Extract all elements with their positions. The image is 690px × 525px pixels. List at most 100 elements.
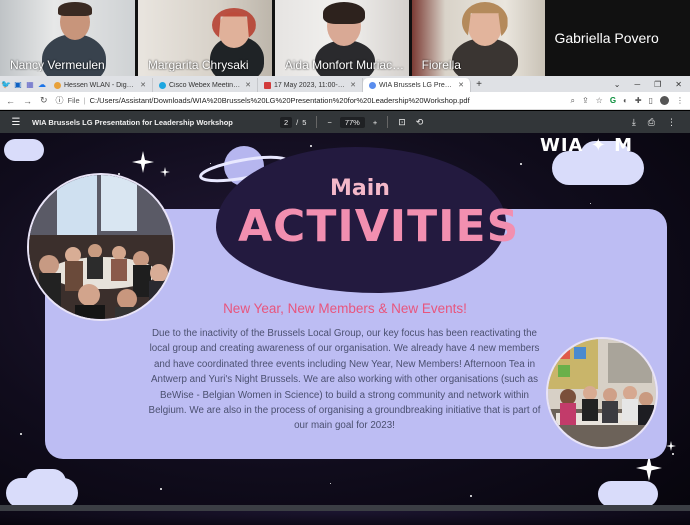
sidebar-icon[interactable]: ▯	[649, 96, 653, 105]
url-field[interactable]: ⓘ File | C:/Users/Assistant/Downloads/WI…	[56, 94, 563, 107]
group-photo-right-image	[548, 339, 656, 447]
tab-close-icon[interactable]: ✕	[140, 81, 146, 89]
extension-g-icon[interactable]: G	[610, 96, 616, 105]
reload-icon[interactable]: ↻	[40, 95, 48, 106]
tab-search-icon[interactable]: ⌄	[614, 80, 621, 89]
star-decoration	[160, 488, 162, 490]
url-separator: |	[83, 96, 86, 105]
more-options-icon[interactable]: ⋮	[667, 117, 676, 128]
cloud-icon[interactable]: ☁	[36, 76, 48, 92]
star-decoration	[672, 453, 674, 455]
participant-tile[interactable]: Margarita Chrysaki	[137, 0, 272, 76]
tab-favicon-icon	[369, 81, 376, 89]
pdf-title: WIA Brussels LG Presentation for Leaders…	[32, 117, 233, 127]
tab-label: WIA Brussels LG Presentation fo	[379, 81, 453, 89]
browser-tab-active[interactable]: WIA Brussels LG Presentation fo ✕	[363, 78, 471, 92]
minimize-icon[interactable]: ─	[634, 80, 640, 89]
screen: Nancy Vermeulen Margarita Chrysaki Aida …	[0, 0, 690, 525]
slide-subtitle: New Year, New Members & New Events!	[223, 301, 467, 316]
toolbar-divider	[316, 116, 318, 128]
extensions-puzzle-icon[interactable]: ✚	[635, 96, 642, 105]
zoom-controls: − 77% +	[327, 116, 377, 128]
group-photo-left-image	[29, 175, 173, 319]
participant-tile[interactable]: Nancy Vermeulen	[0, 0, 135, 76]
twitter-icon[interactable]: 🐦	[0, 76, 12, 92]
tab-close-icon[interactable]: ✕	[458, 81, 464, 89]
url-text: C:/Users/Assistant/Downloads/WIA%20Bruss…	[89, 96, 470, 105]
hamburger-menu-icon[interactable]: ☰	[0, 117, 32, 128]
heading-activities: ACTIVITIES	[238, 201, 520, 252]
star-decoration	[310, 145, 312, 147]
outlook-icon[interactable]: ▣	[12, 76, 24, 92]
toolbar-divider	[387, 116, 389, 128]
zoom-level-input[interactable]: 77%	[339, 116, 365, 128]
participant-name: Margarita Chrysaki	[147, 58, 249, 72]
heading-main: Main	[330, 176, 390, 201]
zoom-icon[interactable]: ⌕	[570, 96, 574, 106]
current-page-input[interactable]: 2	[280, 116, 293, 128]
address-bar: ← → ↻ ⓘ File | C:/Users/Assistant/Downlo…	[0, 92, 690, 110]
close-window-icon[interactable]: ✕	[675, 80, 682, 89]
more-menu-icon[interactable]: ⋮	[676, 96, 684, 105]
participant-tile[interactable]: Aida Monfort Muriach ...	[274, 0, 409, 76]
tab-label: Hessen WLAN - Digitale Dorflin	[64, 81, 135, 89]
tab-close-icon[interactable]: ✕	[245, 81, 251, 89]
sparkle-icon	[160, 167, 170, 177]
star-decoration	[330, 483, 331, 484]
pdf-slide: WIA ✦ M Main ACTIVITIES New Year, New Me…	[0, 133, 690, 525]
star-decoration	[20, 433, 22, 435]
browser-tab[interactable]: 17 May 2023, 11:00-12:00 (Brus ✕	[258, 78, 363, 92]
sparkle-icon	[666, 441, 676, 451]
tab-close-icon[interactable]: ✕	[350, 81, 356, 89]
fit-page-icon[interactable]: ⊡	[398, 117, 406, 128]
teams-icon[interactable]: ▦	[24, 76, 36, 92]
page-separator: /	[296, 117, 299, 127]
browser-tab[interactable]: Hessen WLAN - Digitale Dorflin ✕	[48, 78, 153, 92]
next-page-edge	[0, 511, 690, 525]
back-icon[interactable]: ←	[6, 96, 15, 106]
slide-body-text: Due to the inactivity of the Brussels Lo…	[148, 328, 541, 432]
group-photo-right	[546, 337, 658, 449]
info-icon[interactable]: ⓘ	[56, 95, 64, 106]
tab-favicon-icon	[54, 81, 61, 89]
browser-tab[interactable]: Cisco Webex Meetings - Landing ✕	[153, 78, 258, 92]
presenter-name: Gabriella Povero	[554, 30, 659, 46]
pdf-toolbar: ☰ WIA Brussels LG Presentation for Leade…	[0, 111, 690, 133]
page-indicator: 2 / 5	[280, 116, 307, 128]
presenter-tile[interactable]: Gabriella Povero	[545, 0, 690, 76]
rotate-icon[interactable]: ⟲	[416, 117, 424, 128]
bookmark-star-icon[interactable]: ☆	[596, 96, 603, 105]
cloud-decoration	[4, 139, 44, 161]
cloud-decoration	[26, 469, 66, 495]
participant-name: Aida Monfort Muriach ...	[284, 58, 409, 72]
next-page-preview	[0, 505, 690, 525]
sparkle-icon	[132, 151, 154, 173]
share-icon[interactable]: ⇪	[582, 96, 589, 105]
window-controls: ⌄ ─ ❐ ✕	[614, 76, 690, 92]
zoom-in-icon[interactable]: +	[373, 118, 377, 127]
wia-logo: WIA ✦ M	[540, 135, 634, 156]
participant-tile[interactable]: Fiorella	[411, 0, 546, 76]
profile-avatar[interactable]	[660, 96, 669, 105]
tab-label: 17 May 2023, 11:00-12:00 (Brus	[274, 81, 346, 89]
participant-name: Nancy Vermeulen	[10, 58, 105, 72]
zoom-out-icon[interactable]: −	[327, 118, 331, 127]
forward-icon[interactable]: →	[23, 96, 32, 106]
total-pages: 5	[302, 117, 307, 127]
browser-tab-bar: 🐦 ▣ ▦ ☁ Hessen WLAN - Digitale Dorflin ✕…	[0, 76, 690, 92]
restore-icon[interactable]: ❐	[654, 80, 661, 89]
pdf-actions: ⤓ ⎙ ⋮	[632, 117, 690, 128]
tab-favicon-icon	[159, 81, 166, 89]
star-decoration	[520, 163, 522, 165]
tab-label: Cisco Webex Meetings - Landing	[169, 81, 241, 89]
download-icon[interactable]: ⤓	[632, 117, 636, 128]
print-icon[interactable]: ⎙	[648, 117, 655, 128]
url-scheme-label: File	[67, 96, 80, 105]
star-decoration	[470, 495, 472, 497]
tab-favicon-icon	[264, 81, 271, 89]
group-photo-left	[27, 173, 175, 321]
participant-name: Fiorella	[421, 58, 461, 72]
new-tab-icon[interactable]: +	[471, 78, 487, 92]
extension-icon[interactable]: ◐	[623, 96, 628, 105]
star-decoration	[590, 203, 591, 204]
